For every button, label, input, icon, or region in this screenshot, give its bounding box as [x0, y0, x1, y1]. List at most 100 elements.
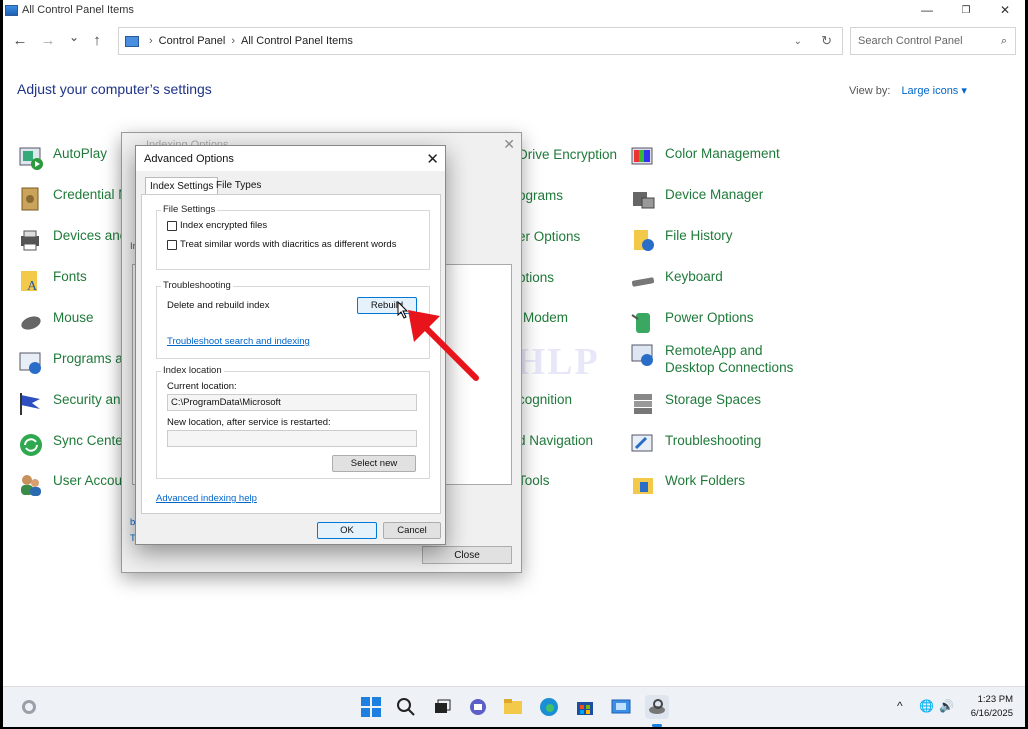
- color-management-icon: [630, 145, 656, 171]
- address-bar[interactable]: › Control Panel › All Control Panel Item…: [118, 27, 843, 55]
- search-input[interactable]: Search Control Panel ⌕: [850, 27, 1016, 55]
- printer-icon: [18, 227, 44, 253]
- start-button[interactable]: [359, 695, 383, 719]
- page-title: Adjust your computer’s settings: [17, 81, 212, 97]
- dialog-titlebar: Advanced Options: [136, 146, 445, 171]
- item-label: Security and: [53, 392, 129, 407]
- edge-icon[interactable]: [537, 695, 561, 719]
- index-settings-panel: File Settings Index encrypted files Trea…: [141, 194, 441, 514]
- item-internet-options[interactable]: ptions: [518, 269, 554, 286]
- item-windows-tools[interactable]: Tools: [518, 472, 550, 489]
- sync-icon: [18, 432, 44, 458]
- recent-locations-button[interactable]: ⌄: [64, 30, 84, 44]
- index-encrypted-checkbox[interactable]: Index encrypted files: [167, 220, 267, 231]
- history-dropdown-icon[interactable]: ⌄: [794, 36, 802, 47]
- view-by-label: View by:: [849, 85, 891, 97]
- item-sync-center[interactable]: Sync Center: [18, 432, 127, 458]
- item-user-accounts[interactable]: User Accou: [18, 472, 122, 498]
- item-phone-modem[interactable]: Modem: [523, 309, 568, 326]
- control-panel-taskbar-icon[interactable]: [609, 695, 633, 719]
- current-location-label: Current location:: [167, 381, 237, 392]
- item-keyboard[interactable]: Keyboard: [630, 268, 723, 294]
- forward-button[interactable]: →: [38, 32, 58, 49]
- dialog-title: Advanced Options: [144, 152, 234, 165]
- item-autoplay[interactable]: AutoPlay: [18, 145, 107, 171]
- indexing-close-button[interactable]: Close: [422, 546, 512, 564]
- item-default-programs[interactable]: ograms: [518, 187, 563, 204]
- item-power-options[interactable]: Power Options: [630, 309, 754, 335]
- window-title: All Control Panel Items: [22, 4, 134, 16]
- device-manager-icon: [630, 186, 656, 212]
- item-storage-spaces[interactable]: Storage Spaces: [630, 391, 761, 417]
- store-icon[interactable]: [573, 695, 597, 719]
- item-mouse[interactable]: Mouse: [18, 309, 94, 335]
- back-arrow-icon: ←: [12, 32, 28, 49]
- minimize-button[interactable]: —: [908, 0, 946, 20]
- tray-overflow-chevron[interactable]: ^: [897, 699, 903, 713]
- chevron-right-icon: ›: [231, 35, 235, 47]
- item-fonts[interactable]: A Fonts: [18, 268, 87, 294]
- close-window-button[interactable]: ✕: [986, 0, 1024, 20]
- search-icon[interactable]: [394, 695, 418, 719]
- view-by-dropdown[interactable]: Large icons ▾: [901, 85, 966, 97]
- restore-icon: ❐: [961, 4, 971, 16]
- new-location-field: [167, 430, 417, 447]
- indexing-options-taskbar-icon[interactable]: [645, 695, 669, 719]
- item-devices-printers[interactable]: Devices and: [18, 227, 127, 253]
- autoplay-icon: [18, 145, 44, 171]
- clock-time: 1:23 PM: [977, 694, 1013, 705]
- item-remoteapp[interactable]: RemoteApp and Desktop Connections: [630, 342, 810, 376]
- close-icon[interactable]: ✕: [503, 136, 515, 153]
- troubleshooting-group: Troubleshooting Delete and rebuild index…: [156, 280, 430, 359]
- diacritics-checkbox[interactable]: Treat similar words with diacritics as d…: [167, 239, 396, 250]
- ok-button[interactable]: OK: [317, 522, 377, 539]
- breadcrumb-all-items[interactable]: All Control Panel Items: [241, 35, 353, 47]
- search-placeholder: Search Control Panel: [858, 35, 963, 47]
- cancel-button[interactable]: Cancel: [383, 522, 441, 539]
- up-button[interactable]: ↑: [87, 32, 107, 49]
- item-bitlocker[interactable]: Drive Encryption: [518, 146, 617, 163]
- item-label: Tools: [518, 473, 550, 488]
- search-icon: ⌕: [1000, 34, 1007, 47]
- tab-index-settings[interactable]: Index Settings: [145, 177, 219, 195]
- item-taskbar-navigation[interactable]: d Navigation: [518, 432, 593, 449]
- refresh-icon[interactable]: ↻: [821, 33, 832, 49]
- item-security-maintenance[interactable]: Security and: [18, 391, 128, 417]
- item-label: Work Folders: [665, 473, 746, 488]
- item-work-folders[interactable]: Work Folders: [630, 472, 745, 498]
- language-icon[interactable]: 🌐: [919, 699, 934, 713]
- item-explorer-options[interactable]: er Options: [518, 228, 580, 245]
- close-icon: ✕: [999, 3, 1011, 17]
- chat-icon[interactable]: [466, 695, 490, 719]
- select-new-button[interactable]: Select new: [332, 455, 416, 472]
- item-color-management[interactable]: Color Management: [630, 145, 780, 171]
- item-file-history[interactable]: File History: [630, 227, 733, 253]
- file-explorer-icon[interactable]: [501, 695, 525, 719]
- troubleshoot-search-link[interactable]: Troubleshoot search and indexing: [167, 336, 310, 347]
- item-device-manager[interactable]: Device Manager: [630, 186, 763, 212]
- breadcrumb-control-panel[interactable]: Control Panel: [159, 35, 226, 47]
- users-icon: [18, 472, 44, 498]
- item-label: Storage Spaces: [665, 392, 762, 407]
- advanced-indexing-help-link[interactable]: Advanced indexing help: [156, 493, 257, 504]
- item-troubleshooting[interactable]: Troubleshooting: [630, 432, 761, 458]
- close-icon[interactable]: ✕: [426, 150, 439, 168]
- power-options-icon: [630, 309, 656, 335]
- clock-date: 6/16/2025: [970, 708, 1013, 719]
- item-credential-manager[interactable]: Credential M: [18, 186, 130, 212]
- task-view-icon[interactable]: [430, 695, 454, 719]
- item-label: Color Management: [665, 146, 780, 161]
- volume-icon[interactable]: 🔊: [939, 699, 954, 713]
- item-speech-recognition[interactable]: cognition: [518, 391, 572, 408]
- restore-button[interactable]: ❐: [947, 0, 985, 20]
- credential-vault-icon: [18, 186, 44, 212]
- weather-icon[interactable]: [17, 695, 41, 719]
- back-button[interactable]: ←: [10, 32, 30, 49]
- item-label: File History: [665, 228, 733, 243]
- system-clock[interactable]: 1:23 PM 6/16/2025: [971, 693, 1013, 721]
- item-label: ptions: [518, 270, 555, 285]
- delete-rebuild-label: Delete and rebuild index: [167, 300, 270, 311]
- item-programs-features[interactable]: Programs ar: [18, 350, 127, 376]
- file-settings-legend: File Settings: [161, 204, 218, 215]
- tab-file-types[interactable]: File Types: [212, 177, 265, 194]
